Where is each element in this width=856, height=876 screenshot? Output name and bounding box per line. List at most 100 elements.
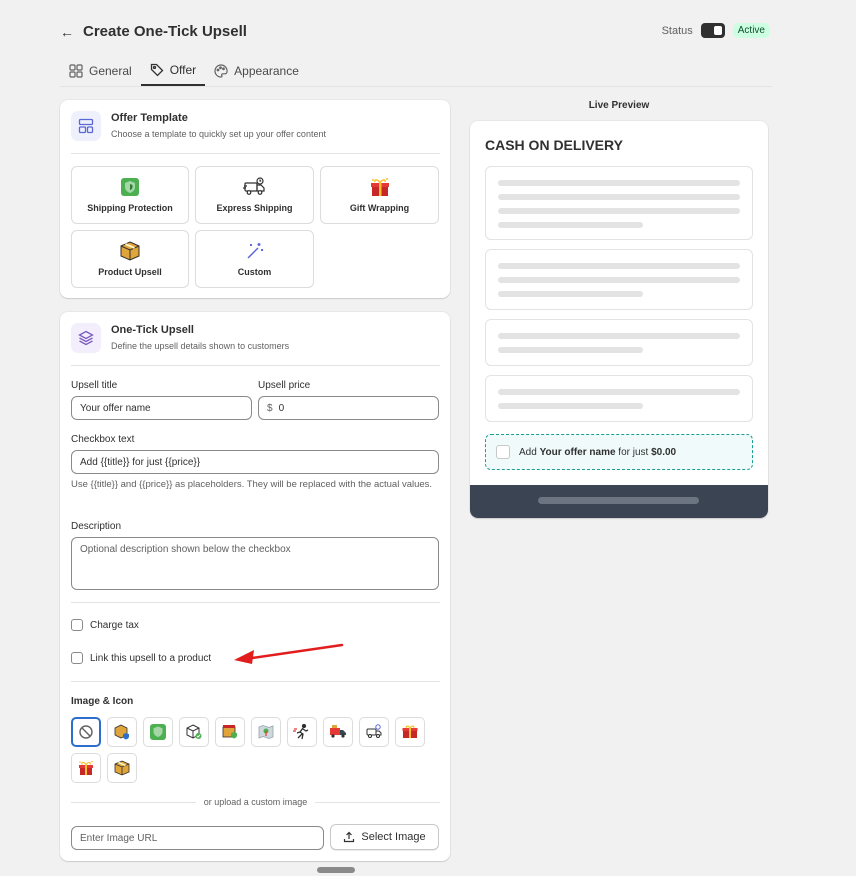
link-product-label: Link this upsell to a product [90,652,212,664]
skeleton-card [485,166,753,240]
template-label: Custom [237,267,272,277]
checkbox-help-text: Use {{title}} and {{price}} as placehold… [71,479,433,490]
layout-icon [71,111,101,141]
checkbox-text-input[interactable]: Add {{title}} for just {{price}} [71,450,439,474]
gift-icon [369,177,391,197]
skeleton-card [485,249,753,310]
live-preview-label: Live Preview [588,100,650,111]
shield-icon[interactable] [143,717,173,747]
upsell-card: One-Tick Upsell Define the upsell detail… [60,312,450,861]
runner-icon[interactable] [287,717,317,747]
page-title: Create One-Tick Upsell [83,23,247,40]
upsell-subtitle: Define the upsell details shown to custo… [111,341,290,351]
offer-template-card: Offer Template Choose a template to quic… [60,100,450,298]
upsell-name: Your offer name [539,446,616,458]
template-gift-wrapping[interactable]: Gift Wrapping [320,166,439,224]
preview-heading: CASH ON DELIVERY [485,137,623,153]
upsell-header: One-Tick Upsell Define the upsell detail… [71,323,289,353]
image-icon-label: Image & Icon [71,696,134,707]
status-label: Status [661,24,693,37]
preview-upsell-text: Add Your offer name for just $0.00 [519,447,676,458]
tab-general[interactable]: General [60,56,141,86]
upsell-title-input[interactable]: Your offer name [71,396,252,420]
package-icon[interactable] [107,753,137,783]
upsell-price-label: Upsell price [258,380,311,391]
charge-tax-label: Charge tax [90,619,139,631]
template-label: Product Upsell [98,267,162,277]
description-label: Description [71,521,122,532]
charge-tax-checkbox[interactable] [71,619,83,631]
upsell-mid: for just [615,446,652,458]
preview-footer-button [538,497,699,504]
tab-label: Offer [169,63,197,77]
divider [71,153,440,154]
link-product-checkbox[interactable] [71,652,83,664]
tab-label: General [89,64,132,78]
preview-upsell-checkbox[interactable] [496,445,510,459]
status-badge: Active [732,23,770,38]
skeleton-line [498,194,740,200]
skeleton-line [498,222,643,228]
status-toggle[interactable] [700,23,725,38]
scroll-handle[interactable] [317,867,355,873]
template-custom[interactable]: Custom [195,230,314,288]
offer-template-header: Offer Template Choose a template to quic… [71,111,326,141]
delivery-truck-icon[interactable] [323,717,353,747]
map-icon[interactable] [251,717,281,747]
divider [71,602,440,603]
grid-icon [69,64,83,78]
magic-wand-icon [245,241,265,261]
divider-line [71,801,196,803]
preview-footer [470,485,768,518]
tab-appearance[interactable]: Appearance [205,56,308,86]
link-product-row[interactable]: Link this upsell to a product [71,652,211,664]
box-check-icon[interactable] [179,717,209,747]
template-grid: Shipping Protection Express Shipping Gif… [71,166,440,288]
upload-icon [344,831,355,843]
palette-icon [214,64,228,78]
tag-icon [150,63,164,77]
back-arrow-icon[interactable]: ← [60,24,74,40]
upsell-title-label: Upsell title [71,380,118,391]
scooter-icon[interactable] [359,717,389,747]
tab-offer[interactable]: Offer [140,56,206,86]
box-shield-color-icon[interactable] [215,717,245,747]
upload-divider: or upload a custom image [71,796,440,808]
upsell-price-input[interactable]: $0 [258,396,439,420]
tab-bar: General Offer Appearance [60,56,772,87]
skeleton-card [485,319,753,366]
charge-tax-row[interactable]: Charge tax [71,619,139,631]
skeleton-line [498,333,740,339]
live-preview-panel: CASH ON DELIVERY Add Your offer name for… [470,121,768,518]
skeleton-line [498,347,643,353]
truck-icon [242,177,267,197]
image-url-input[interactable]: Enter Image URL [71,826,324,850]
skeleton-line [498,180,740,186]
gift-open-icon[interactable] [71,753,101,783]
page-header: ← Create One-Tick Upsell Status Active [60,22,772,46]
skeleton-line [498,277,740,283]
template-label: Shipping Protection [87,203,173,213]
description-textarea[interactable]: Optional description shown below the che… [71,537,439,590]
skeleton-line [498,291,643,297]
offer-template-subtitle: Choose a template to quickly set up your… [111,129,326,139]
preview-upsell-offer[interactable]: Add Your offer name for just $0.00 [485,434,753,470]
none-icon[interactable] [71,717,101,747]
template-product-upsell[interactable]: Product Upsell [71,230,189,288]
box-icon [119,241,141,261]
tab-label: Appearance [234,64,299,78]
gift-box-icon[interactable] [395,717,425,747]
divider-line [315,801,440,803]
toggle-knob [713,26,722,35]
layers-icon [71,323,101,353]
checkbox-text-label: Checkbox text [71,434,135,445]
offer-template-title: Offer Template [111,112,188,124]
or-upload-text: or upload a custom image [203,797,308,807]
box-shield-icon[interactable] [107,717,137,747]
divider [71,681,440,682]
template-shipping-protection[interactable]: Shipping Protection [71,166,189,224]
template-express-shipping[interactable]: Express Shipping [195,166,314,224]
divider [71,365,440,366]
select-image-button[interactable]: Select Image [330,824,439,850]
skeleton-line [498,208,740,214]
